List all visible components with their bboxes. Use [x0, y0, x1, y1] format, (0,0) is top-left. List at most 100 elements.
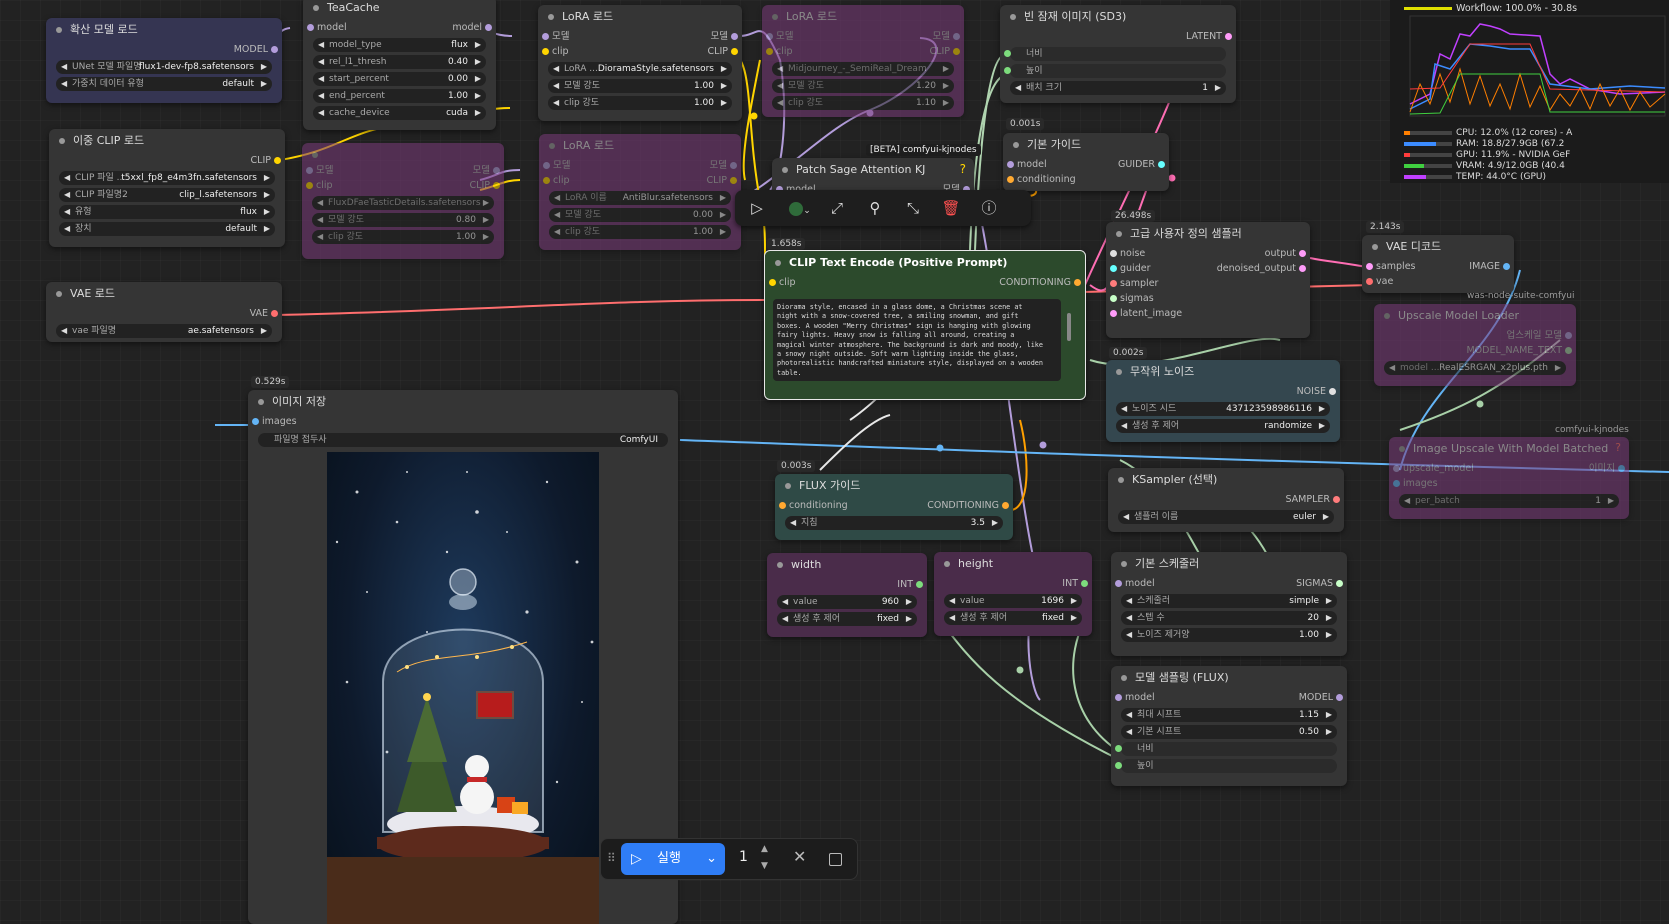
widget-filename-prefix[interactable]: 파일명 접두사 ComfyUI	[258, 433, 668, 447]
input-clip-dot[interactable]	[542, 48, 549, 55]
output-image-dot[interactable]	[1618, 465, 1625, 472]
input-clip-dot[interactable]	[306, 182, 313, 189]
output-sampler-dot[interactable]	[1333, 496, 1340, 503]
input-clip-dot[interactable]	[543, 177, 550, 184]
node-clip-text-encode[interactable]: CLIP Text Encode (Positive Prompt) clip C…	[764, 250, 1086, 400]
bypass-icon[interactable]: ⤢	[827, 198, 847, 218]
widget-vae-file[interactable]: vae 파일명 ae.safetensors	[56, 324, 272, 338]
widget-value[interactable]: value 960	[777, 595, 917, 609]
widget-control-after-generate[interactable]: 생성 후 제어 fixed	[777, 612, 917, 626]
node-vae-loader[interactable]: VAE 로드 VAE vae 파일명 ae.safetensors	[46, 282, 282, 342]
collapse-icon[interactable]: ⤡	[903, 198, 923, 218]
cancel-icon[interactable]: ✕	[793, 847, 806, 866]
output-clip-dot[interactable]	[730, 177, 737, 184]
input-model-dot[interactable]	[542, 33, 549, 40]
node-title[interactable]: Upscale Model Loader	[1374, 304, 1576, 328]
decrement-icon[interactable]: ▼	[761, 861, 768, 871]
node-title[interactable]: Image Upscale With Model Batched	[1389, 437, 1629, 461]
output-sigmas-dot[interactable]	[1336, 580, 1343, 587]
node-unet-loader[interactable]: 확산 모델 로드 MODEL UNet 모델 파일명flux1-dev-fp8.…	[46, 18, 282, 103]
node-upscale-model-loader[interactable]: Upscale Model Loader 업스케일 모델 MODEL_NAME_…	[1374, 304, 1576, 386]
node-height[interactable]: height INT value 1696 생성 후 제어 fixed	[934, 552, 1092, 636]
node-custom-sampler-advanced[interactable]: 고급 사용자 정의 샘플러 noise output guider denoised…	[1106, 222, 1310, 338]
input-model-dot[interactable]	[307, 24, 314, 31]
widget-batch-size[interactable]: 배치 크기 1	[1010, 81, 1226, 95]
widget-start-percent[interactable]: start_percent 0.00	[313, 72, 486, 86]
node-title[interactable]: 확산 모델 로드	[46, 18, 282, 42]
help-circle-icon[interactable]: ⓘ	[979, 198, 999, 218]
output-vae-dot[interactable]	[271, 310, 278, 317]
input-guider-dot[interactable]	[1110, 265, 1117, 272]
node-title[interactable]: 이중 CLIP 로드	[49, 129, 285, 153]
input-clip-dot[interactable]	[769, 279, 776, 286]
widget-height[interactable]: 높이	[1004, 64, 1226, 78]
input-model-dot[interactable]	[543, 162, 550, 169]
output-clip-dot[interactable]	[493, 182, 500, 189]
output-model-name-dot[interactable]	[1565, 347, 1572, 354]
color-picker-icon[interactable]: ⌄	[785, 198, 815, 218]
output-model-dot[interactable]	[271, 46, 278, 53]
node-flux-guidance[interactable]: FLUX 가이드 conditioning CONDITIONING 지침 3.5	[775, 474, 1013, 540]
node-lora-4[interactable]: 모델 모델 clip CLIP FluxDFaeTasticDetails.safe…	[302, 143, 504, 259]
output-guider-dot[interactable]	[1158, 161, 1165, 168]
node-title[interactable]: LoRA 로드	[538, 5, 742, 29]
input-model-dot[interactable]	[766, 33, 773, 40]
widget-max-shift[interactable]: 최대 시프트 1.15	[1121, 708, 1337, 722]
output-upscale-model-dot[interactable]	[1565, 332, 1572, 339]
widget-model-strength[interactable]: 모델 강도 1.20	[772, 79, 954, 93]
input-conditioning-dot[interactable]	[1007, 176, 1014, 183]
input-model-dot[interactable]	[1115, 694, 1122, 701]
input-model-dot[interactable]	[1007, 161, 1014, 168]
batch-count[interactable]: 1	[739, 849, 748, 865]
widget-base-shift[interactable]: 기본 시프트 0.50	[1121, 725, 1337, 739]
widget-lora-name[interactable]: LoRA ...DioramaStyle.safetensors	[548, 62, 732, 76]
widget-lora-name[interactable]: Midjourney_-_SemiReal_Dream	[772, 62, 954, 76]
widget-value[interactable]: value 1696	[944, 594, 1082, 608]
input-upscale-model-dot[interactable]	[1393, 465, 1400, 472]
widget-clip-strength[interactable]: clip 강도 1.10	[772, 96, 954, 110]
node-basic-scheduler[interactable]: 기본 스케줄러 model SIGMAS 스케줄러 simple 스텝 수 20 노이…	[1111, 552, 1347, 656]
delete-icon[interactable]: 🗑	[941, 198, 961, 218]
increment-icon[interactable]: ▲	[761, 844, 768, 854]
chevron-down-icon[interactable]: ⌄	[706, 843, 717, 875]
output-conditioning-dot[interactable]	[1002, 502, 1009, 509]
widget-model-type[interactable]: model_type flux	[313, 38, 486, 52]
input-model-dot[interactable]	[1115, 580, 1122, 587]
preview-image[interactable]	[327, 452, 599, 924]
widget-model-strength[interactable]: 모델 강도 0.00	[549, 208, 731, 222]
widget-model-strength[interactable]: 모델 강도 1.00	[548, 79, 732, 93]
widget-control-after-generate[interactable]: 생성 후 제어 fixed	[944, 611, 1082, 625]
node-model-sampling-flux[interactable]: 모델 샘플링 (FLUX) model MODEL 최대 시프트 1.15 기본 시…	[1111, 666, 1347, 786]
stop-icon[interactable]	[829, 853, 842, 866]
node-title[interactable]: 빈 잠재 이미지 (SD3)	[1000, 5, 1236, 29]
node-title[interactable]: 기본 스케줄러	[1111, 552, 1347, 576]
node-title[interactable]: TeaCache	[303, 0, 496, 20]
widget-clip-strength[interactable]: clip 강도 1.00	[549, 225, 731, 239]
node-image-upscale-batched[interactable]: Image Upscale With Model Batched ? upsca…	[1389, 437, 1629, 519]
node-title[interactable]	[302, 143, 504, 163]
output-clip-dot[interactable]	[731, 48, 738, 55]
widget-clip-strength[interactable]: clip 강도 1.00	[312, 230, 494, 244]
output-dot[interactable]	[1299, 250, 1306, 257]
input-width-dot[interactable]	[1004, 50, 1011, 57]
node-lora-1[interactable]: LoRA 로드 모델 모델 clip CLIP LoRA ...DioramaSty…	[538, 5, 742, 121]
node-title[interactable]: 기본 가이드	[1003, 133, 1169, 157]
output-model-dot[interactable]	[485, 24, 492, 31]
node-title[interactable]: height	[934, 552, 1092, 576]
input-width-dot[interactable]	[1115, 745, 1122, 752]
input-samples-dot[interactable]	[1366, 263, 1373, 270]
node-title[interactable]: 모델 샘플링 (FLUX)	[1111, 666, 1347, 690]
output-model-dot[interactable]	[731, 33, 738, 40]
node-teacache[interactable]: TeaCache model model model_type flux rel_l…	[303, 0, 496, 130]
widget-model-name[interactable]: model ...RealESRGAN_x2plus.pth	[1384, 361, 1566, 375]
input-model-dot[interactable]	[306, 167, 313, 174]
input-images-dot[interactable]	[1393, 480, 1400, 487]
drag-handle-icon[interactable]: ⠿	[607, 851, 616, 865]
input-latent-dot[interactable]	[1110, 310, 1117, 317]
prompt-textarea[interactable]: Diorama style, encased in a glass dome, …	[773, 299, 1061, 381]
widget-control-after-generate[interactable]: 생성 후 제어 randomize	[1116, 419, 1330, 433]
node-ksampler-select[interactable]: KSampler (선택) SAMPLER 샘플러 이름 euler	[1108, 468, 1344, 532]
input-height-dot[interactable]	[1115, 762, 1122, 769]
widget-lora-name[interactable]: FluxDFaeTasticDetails.safetensors	[312, 196, 494, 210]
input-sampler-dot[interactable]	[1110, 280, 1117, 287]
